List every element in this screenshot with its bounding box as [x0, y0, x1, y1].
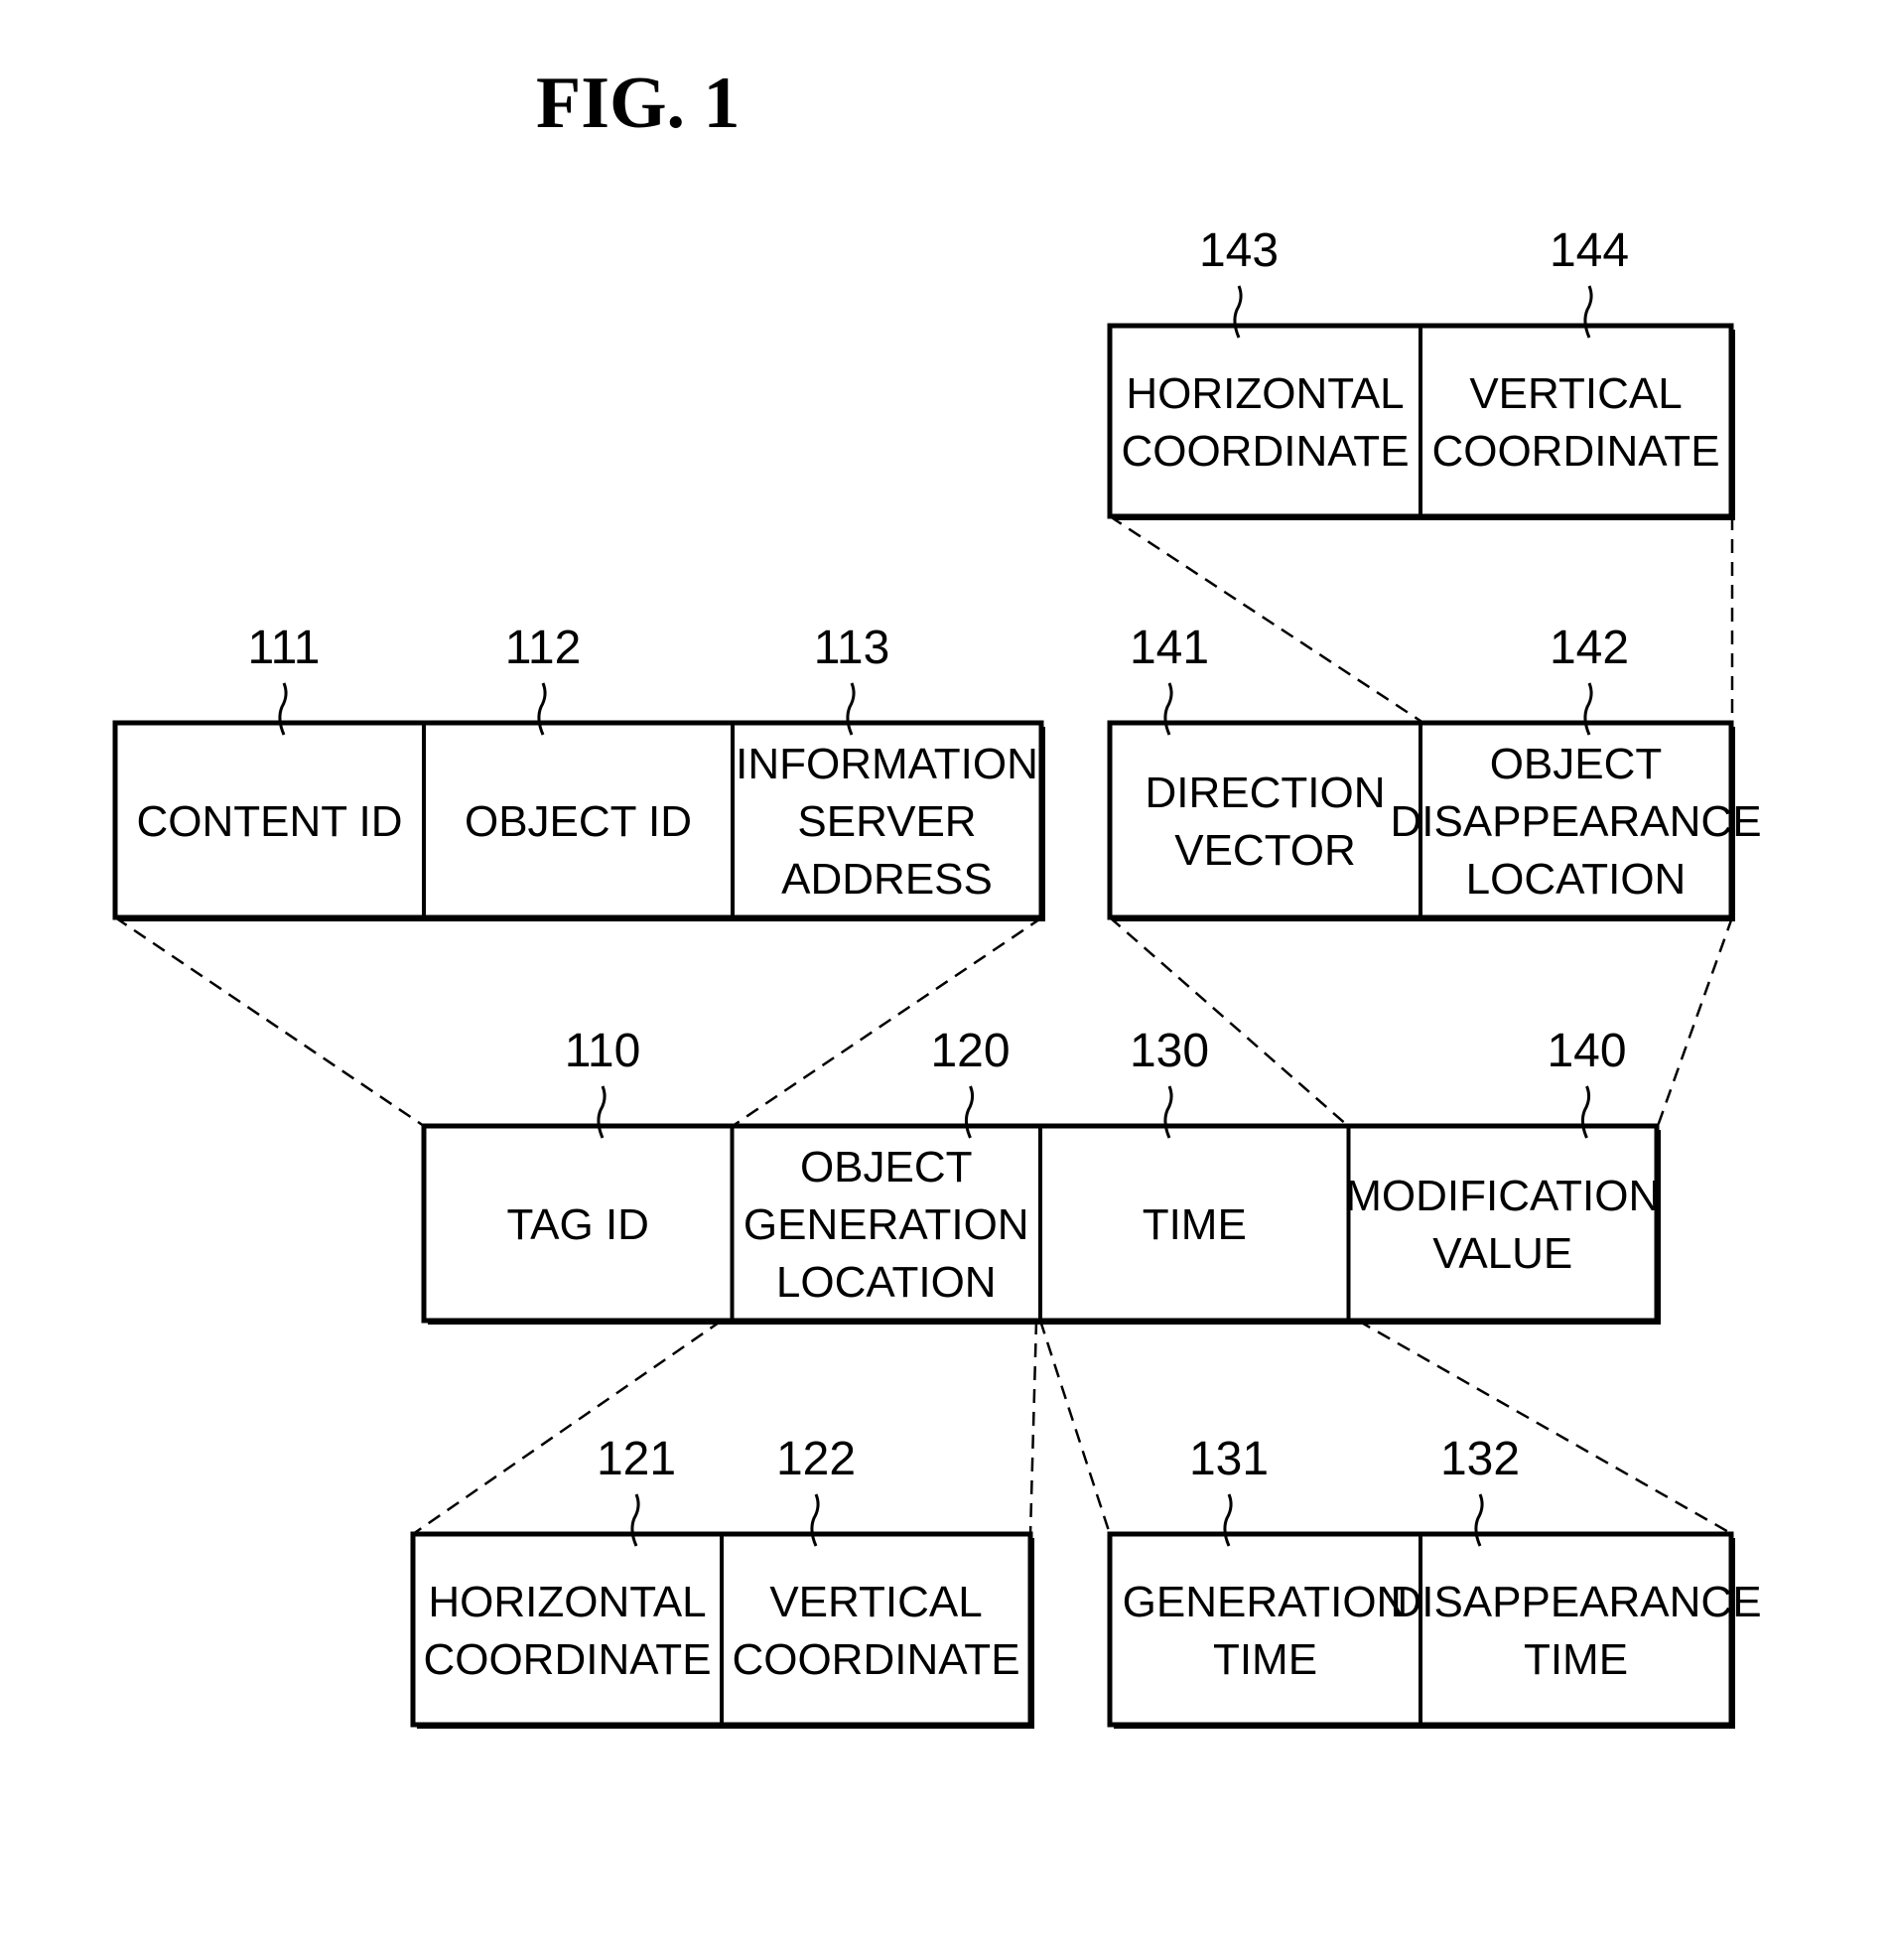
field-label: CONTENT ID: [136, 797, 402, 846]
dashed-connector: [1109, 514, 1424, 725]
field-label: TAG ID: [507, 1200, 649, 1249]
field-label: HORIZONTAL: [428, 1578, 706, 1626]
field-label: INFORMATION: [736, 740, 1038, 788]
field-label: TIME: [1143, 1200, 1247, 1249]
field-label: DIRECTION: [1146, 769, 1386, 817]
field-label: VECTOR: [1174, 826, 1356, 875]
structure-tag-id-detail: CONTENT ID 111 OBJECT ID 112 INFORMATION SERV…: [112, 622, 1045, 921]
figure-title: FIG. 1: [536, 63, 741, 144]
structure-disappearance-location-detail: HORIZONTAL COORDINATE 143 VERTICAL COORDINAT…: [1107, 224, 1735, 520]
field-label: COORDINATE: [732, 1635, 1019, 1684]
field-label: LOCATION: [776, 1258, 997, 1307]
reference-numeral: 140: [1547, 1025, 1626, 1077]
dashed-connector: [1109, 916, 1349, 1127]
dashed-connector: [412, 1319, 723, 1536]
reference-numeral: 122: [776, 1433, 856, 1485]
dashed-connector: [1357, 1319, 1733, 1536]
field-label: COORDINATE: [1431, 427, 1719, 476]
dashed-connector: [1656, 916, 1734, 1127]
structure-time-detail: GENERATION TIME 131 DISAPPEARANCE TIME 132: [1107, 1433, 1762, 1729]
reference-numeral: 131: [1189, 1433, 1269, 1485]
reference-numeral: 141: [1130, 622, 1209, 674]
field-label: TIME: [1213, 1635, 1317, 1684]
dashed-connector: [1028, 1320, 1038, 1535]
field-label: COORDINATE: [1121, 427, 1409, 476]
reference-numeral: 143: [1199, 224, 1279, 277]
field-boxes: TAG ID 110 OBJECT GENERATION LOCATION 120 TIME…: [112, 224, 1762, 1729]
reference-numeral: 111: [248, 622, 321, 674]
reference-numeral: 110: [565, 1025, 641, 1077]
expansion-connectors: [114, 514, 1734, 1536]
field-label: DISAPPEARANCE: [1390, 797, 1761, 846]
patent-figure: FIG. 1 TAG ID 110 OBJECT GENERATION LOCATION…: [112, 63, 1762, 1729]
reference-numeral: 121: [597, 1433, 676, 1485]
field-label: VALUE: [1432, 1229, 1572, 1278]
reference-numeral: 144: [1550, 224, 1629, 277]
field-label: VERTICAL: [769, 1578, 982, 1626]
field-label: GENERATION: [744, 1200, 1029, 1249]
structure-generation-location-detail: HORIZONTAL COORDINATE 121 VERTICAL COORDINAT…: [410, 1433, 1034, 1729]
field-label: LOCATION: [1466, 855, 1687, 904]
field-label: SERVER: [797, 797, 976, 846]
field-label: TIME: [1524, 1635, 1628, 1684]
field-label: MODIFICATION: [1345, 1172, 1660, 1220]
dashed-connector: [1038, 1320, 1112, 1535]
field-label: HORIZONTAL: [1126, 369, 1404, 418]
field-label: OBJECT: [800, 1143, 973, 1191]
structure-main: TAG ID 110 OBJECT GENERATION LOCATION 120 TIME…: [421, 1025, 1661, 1325]
reference-numeral: 112: [505, 622, 582, 674]
reference-numeral: 132: [1440, 1433, 1520, 1485]
dashed-connector: [114, 915, 425, 1128]
field-label: COORDINATE: [423, 1635, 711, 1684]
reference-numeral: 130: [1130, 1025, 1209, 1077]
field-label: DISAPPEARANCE: [1390, 1578, 1761, 1626]
field-label: OBJECT: [1490, 740, 1663, 788]
field-label: GENERATION: [1123, 1578, 1409, 1626]
dashed-connector: [732, 915, 1043, 1128]
reference-numeral: 142: [1550, 622, 1629, 674]
reference-numeral: 113: [814, 622, 890, 674]
field-label: ADDRESS: [781, 855, 993, 904]
field-label: VERTICAL: [1469, 369, 1682, 418]
reference-numeral: 120: [930, 1025, 1010, 1077]
structure-modification-detail: DIRECTION VECTOR 141 OBJECT DISAPPEARANCE LOC…: [1107, 622, 1762, 921]
field-label: OBJECT ID: [465, 797, 692, 846]
